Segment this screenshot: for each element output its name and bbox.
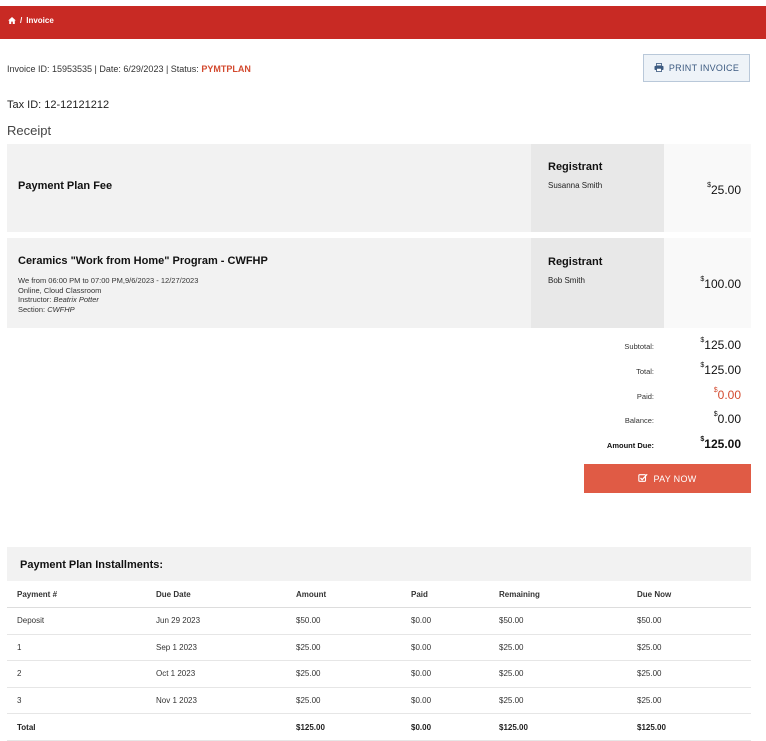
home-icon[interactable] [8, 17, 16, 24]
table-cell: $25.00 [286, 660, 401, 688]
table-cell: $25.00 [627, 634, 751, 662]
line-item-price: $25.00 [707, 182, 741, 197]
registrant-name: Susanna Smith [548, 181, 603, 190]
table-cell [146, 713, 286, 741]
pay-now-label: PAY NOW [653, 473, 697, 484]
printer-icon [654, 62, 664, 74]
breadcrumb-current: Invoice [26, 16, 54, 25]
table-cell: $0.00 [401, 660, 489, 688]
line-item-title: Payment Plan Fee [18, 180, 113, 192]
section-title-receipt: Receipt [7, 123, 52, 138]
installments-title: Payment Plan Installments: [20, 559, 164, 571]
table-cell: $25.00 [489, 634, 627, 662]
column-header: Paid [401, 581, 489, 608]
paid-label: Paid: [636, 392, 654, 401]
line-item-details: We from 06:00 PM to 07:00 PM,9/6/2023 - … [18, 276, 198, 314]
line-item-amount: $25.00 [664, 144, 751, 232]
status-badge: PYMTPLAN [201, 64, 251, 74]
table-row: 3 Nov 1 2023 $25.00 $0.00 $25.00 $25.00 [7, 687, 751, 715]
table-cell: $25.00 [286, 687, 401, 715]
table-row: 1 Sep 1 2023 $25.00 $0.00 $25.00 $25.00 [7, 634, 751, 662]
paid-value: $0.00 [713, 387, 741, 402]
table-cell: $125.00 [627, 713, 751, 741]
table-cell: $25.00 [489, 687, 627, 715]
table-cell: Oct 1 2023 [146, 660, 286, 688]
installments-header: Payment Plan Installments: [7, 547, 751, 581]
table-cell: $25.00 [489, 660, 627, 688]
table-cell: 2 [7, 660, 146, 688]
line-item-amount: $100.00 [664, 238, 751, 328]
table-cell: $0.00 [401, 687, 489, 715]
checkbox-edit-icon [638, 473, 649, 485]
total-label: Total: [636, 367, 654, 376]
table-row: 2 Oct 1 2023 $25.00 $0.00 $25.00 $25.00 [7, 660, 751, 688]
line-item-registrant: Registrant Bob Smith [531, 238, 664, 328]
instructor-text: Instructor: Beatrix Potter [18, 295, 99, 305]
table-cell: Nov 1 2023 [146, 687, 286, 715]
amount-due-row: Amount Due: $125.00 [584, 435, 751, 459]
subtotal-row: Subtotal: $125.00 [584, 336, 751, 360]
balance-label: Balance: [624, 416, 654, 425]
schedule-text: We from 06:00 PM to 07:00 PM,9/6/2023 - … [18, 276, 199, 285]
amount-due-label: Amount Due: [606, 441, 654, 450]
table-cell: $0.00 [401, 713, 489, 741]
line-item: Payment Plan Fee Registrant Susanna Smit… [7, 144, 751, 232]
invoice-meta: Invoice ID: 15953535 | Date: 6/29/2023 |… [7, 64, 251, 74]
print-invoice-button[interactable]: PRINT INVOICE [643, 54, 750, 82]
registrant-name: Bob Smith [548, 276, 585, 285]
line-item-description: Ceramics "Work from Home" Program - CWFH… [7, 238, 531, 328]
table-cell: $25.00 [286, 634, 401, 662]
column-header: Due Now [627, 581, 751, 608]
table-row: Deposit Jun 29 2023 $50.00 $0.00 $50.00 … [7, 607, 751, 635]
line-item: Ceramics "Work from Home" Program - CWFH… [7, 238, 751, 328]
subtotal-value: $125.00 [700, 337, 741, 352]
table-cell: $125.00 [286, 713, 401, 741]
total-row: Total: $125.00 [584, 361, 751, 385]
breadcrumb: / Invoice [8, 16, 54, 25]
total-value: $125.00 [700, 362, 741, 377]
pay-now-button[interactable]: PAY NOW [584, 464, 751, 493]
balance-value: $0.00 [713, 411, 741, 426]
installments-table: Payment # Due Date Amount Paid Remaining… [7, 581, 751, 741]
table-cell: Deposit [7, 607, 146, 635]
table-cell: $25.00 [627, 660, 751, 688]
registrant-label: Registrant [548, 161, 603, 173]
table-total-row: Total $125.00 $0.00 $125.00 $125.00 [7, 713, 751, 741]
breadcrumb-separator: / [20, 16, 23, 25]
table-cell: $50.00 [286, 607, 401, 635]
column-header: Remaining [489, 581, 627, 608]
line-item-description: Payment Plan Fee [7, 144, 531, 232]
table-cell: Total [7, 713, 146, 741]
location-text: Online, Cloud Classroom [18, 285, 102, 295]
table-header-row: Payment # Due Date Amount Paid Remaining… [7, 581, 751, 608]
line-item-price: $100.00 [700, 276, 741, 291]
registrant-label: Registrant [548, 256, 603, 268]
line-item-title: Ceramics "Work from Home" Program - CWFH… [18, 255, 268, 267]
table-cell: Sep 1 2023 [146, 634, 286, 662]
table-cell: $25.00 [627, 687, 751, 715]
table-cell: $0.00 [401, 607, 489, 635]
table-cell: $0.00 [401, 634, 489, 662]
table-cell: 1 [7, 634, 146, 662]
tax-id: Tax ID: 12-12121212 [7, 99, 110, 111]
top-header-bar: / Invoice [0, 6, 766, 39]
section-text: Section: CWFHP [18, 304, 75, 314]
table-cell: $50.00 [627, 607, 751, 635]
paid-row: Paid: $0.00 [584, 386, 751, 410]
table-cell: Jun 29 2023 [146, 607, 286, 635]
table-cell: $50.00 [489, 607, 627, 635]
column-header: Amount [286, 581, 401, 608]
subtotal-label: Subtotal: [624, 342, 654, 351]
print-invoice-label: PRINT INVOICE [668, 63, 740, 73]
balance-row: Balance: $0.00 [584, 410, 751, 434]
table-cell: $125.00 [489, 713, 627, 741]
amount-due-value: $125.00 [700, 436, 741, 451]
line-item-registrant: Registrant Susanna Smith [531, 144, 664, 232]
table-cell: 3 [7, 687, 146, 715]
column-header: Payment # [7, 581, 146, 608]
invoice-meta-text: Invoice ID: 15953535 | Date: 6/29/2023 |… [7, 64, 202, 74]
column-header: Due Date [146, 581, 286, 608]
